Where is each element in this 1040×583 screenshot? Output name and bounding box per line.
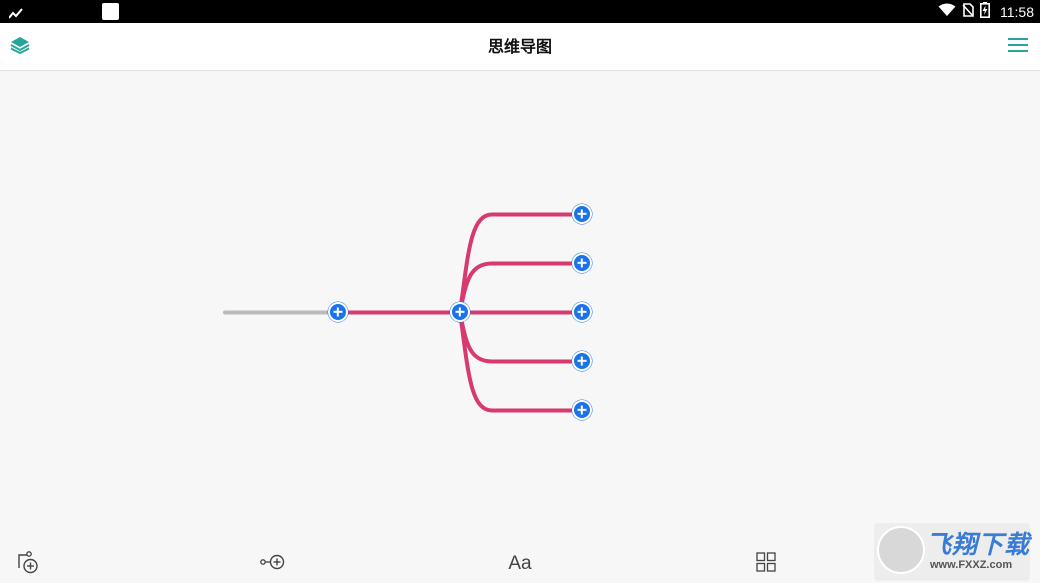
grid-icon <box>755 551 777 577</box>
watermark-sub-text: www.FXXZ.com <box>930 559 1013 571</box>
notification-square-icon <box>102 3 119 20</box>
add-subtopic-button[interactable] <box>256 549 290 579</box>
main-add-node-button[interactable] <box>450 302 470 322</box>
wifi-icon <box>938 2 956 21</box>
root-add-node-button[interactable] <box>328 302 348 322</box>
child-branch-2 <box>458 261 584 315</box>
status-bar: 11:58 <box>0 0 1040 23</box>
child-add-node-button-5[interactable] <box>572 400 592 420</box>
add-subtopic-icon <box>259 550 287 578</box>
child-add-node-button-2[interactable] <box>572 253 592 273</box>
layout-button[interactable] <box>749 549 783 579</box>
child-add-node-button-1[interactable] <box>572 204 592 224</box>
layers-icon <box>10 36 30 58</box>
mind-map-canvas[interactable] <box>0 71 1040 541</box>
layers-button[interactable] <box>6 33 34 61</box>
app-bar: 思维导图 <box>0 23 1040 71</box>
hamburger-menu-icon <box>1008 37 1028 57</box>
no-sim-icon <box>962 2 974 21</box>
text-style-label: Aa <box>508 553 532 574</box>
watermark: 飞翔下载 www.FXXZ.com <box>874 523 1030 581</box>
activity-icon <box>8 5 23 24</box>
add-topic-icon <box>15 549 41 579</box>
child-add-node-button-3[interactable] <box>572 302 592 322</box>
status-bar-indicators: 11:58 <box>938 0 1034 23</box>
battery-charging-icon <box>980 1 990 22</box>
child-branch-4 <box>458 310 584 364</box>
watermark-main-text: 飞翔下载 <box>926 530 1031 559</box>
text-style-button[interactable]: Aa <box>503 549 537 579</box>
page-title: 思维导图 <box>487 37 552 56</box>
child-add-node-button-4[interactable] <box>572 351 592 371</box>
add-topic-button[interactable] <box>11 549 45 579</box>
mind-map-branches <box>223 212 584 413</box>
status-time: 11:58 <box>1000 3 1034 20</box>
watermark-logo-icon <box>877 526 925 574</box>
menu-button[interactable] <box>1004 33 1032 61</box>
